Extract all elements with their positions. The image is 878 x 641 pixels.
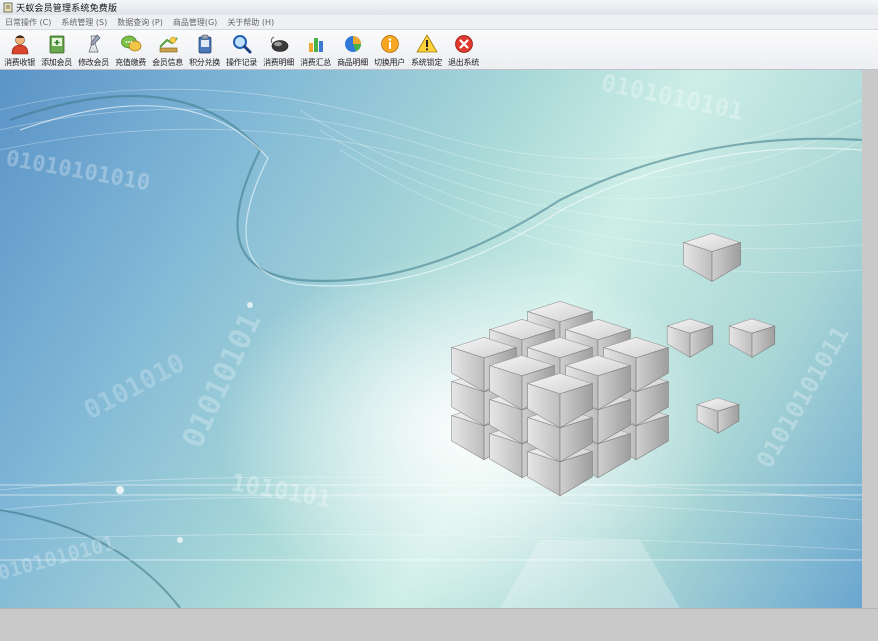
title-bar: 天蚁会员管理系统免费版 xyxy=(0,0,878,15)
recharge-icon xyxy=(120,33,142,55)
menu-data-query[interactable]: 数据查询 (P) xyxy=(112,17,168,28)
menu-about-help[interactable]: 关于帮助 (H) xyxy=(222,17,279,28)
background-artwork: 01010101010 0101010 01010101 0101010101 … xyxy=(0,70,862,608)
binary-text-4: 0101010101 xyxy=(599,70,746,126)
cashier-button[interactable]: 消费收银 xyxy=(1,30,38,70)
menu-bar: 日常操作 (C) 系统管理 (S) 数据查询 (P) 商品管理(G) 关于帮助 … xyxy=(0,15,878,30)
cube xyxy=(728,318,776,358)
binary-text-5: 1010101 xyxy=(229,468,333,513)
edit-member-label: 修改会员 xyxy=(78,58,109,67)
toolbar: 消费收银 添加会员 修改会员 充值缴费 会员信息 积分兑换 操作记录 消费明细 … xyxy=(0,30,878,70)
cube xyxy=(666,318,714,358)
add-member-icon xyxy=(46,33,68,55)
search-log-icon xyxy=(231,33,253,55)
binary-text-1: 01010101010 xyxy=(4,146,152,196)
switch-user-button[interactable]: 切换用户 xyxy=(371,30,408,70)
add-member-button[interactable]: 添加会员 xyxy=(38,30,75,70)
mouse-icon xyxy=(268,33,290,55)
consumption-detail-label: 消费明细 xyxy=(263,58,294,67)
points-exchange-icon xyxy=(194,33,216,55)
menu-system-admin[interactable]: 系统管理 (S) xyxy=(56,17,112,28)
edit-member-button[interactable]: 修改会员 xyxy=(75,30,112,70)
consumption-summary-label: 消费汇总 xyxy=(300,58,331,67)
member-info-icon xyxy=(157,33,179,55)
consumption-detail-button[interactable]: 消费明细 xyxy=(260,30,297,70)
cube xyxy=(682,233,742,283)
edit-member-icon xyxy=(83,33,105,55)
app-icon xyxy=(2,2,13,13)
binary-text-7: 0101010101 xyxy=(0,530,118,584)
binary-text-3: 01010101 xyxy=(176,308,269,454)
user-cashier-icon xyxy=(9,33,31,55)
cube-graphic xyxy=(450,233,776,608)
recharge-label: 充值缴费 xyxy=(115,58,146,67)
add-member-label: 添加会员 xyxy=(41,58,72,67)
points-exchange-button[interactable]: 积分兑换 xyxy=(186,30,223,70)
system-lock-label: 系统锁定 xyxy=(411,58,442,67)
close-icon xyxy=(453,33,475,55)
exit-system-button[interactable]: 退出系统 xyxy=(445,30,482,70)
system-lock-button[interactable]: 系统锁定 xyxy=(408,30,445,70)
member-info-button[interactable]: 会员信息 xyxy=(149,30,186,70)
exit-system-label: 退出系统 xyxy=(448,58,479,67)
status-area xyxy=(0,608,878,641)
operation-log-label: 操作记录 xyxy=(226,58,257,67)
goods-detail-label: 商品明细 xyxy=(337,58,368,67)
cube xyxy=(696,397,740,434)
warning-icon xyxy=(415,33,438,55)
window-title: 天蚁会员管理系统免费版 xyxy=(16,4,118,14)
points-exchange-label: 积分兑换 xyxy=(189,58,220,67)
info-icon xyxy=(379,33,401,55)
member-info-label: 会员信息 xyxy=(152,58,183,67)
cashier-label: 消费收银 xyxy=(4,58,35,67)
menu-goods-admin[interactable]: 商品管理(G) xyxy=(168,17,222,28)
cube-reflection xyxy=(500,540,680,608)
bar-chart-icon xyxy=(305,33,327,55)
goods-detail-button[interactable]: 商品明细 xyxy=(334,30,371,70)
main-background: 01010101010 0101010 01010101 0101010101 … xyxy=(0,70,862,608)
binary-text-2: 0101010 xyxy=(79,348,190,426)
recharge-button[interactable]: 充值缴费 xyxy=(112,30,149,70)
operation-log-button[interactable]: 操作记录 xyxy=(223,30,260,70)
right-gutter xyxy=(862,70,878,640)
menu-daily-ops[interactable]: 日常操作 (C) xyxy=(0,17,56,28)
switch-user-label: 切换用户 xyxy=(374,58,405,67)
consumption-summary-button[interactable]: 消费汇总 xyxy=(297,30,334,70)
pie-chart-icon xyxy=(342,33,364,55)
